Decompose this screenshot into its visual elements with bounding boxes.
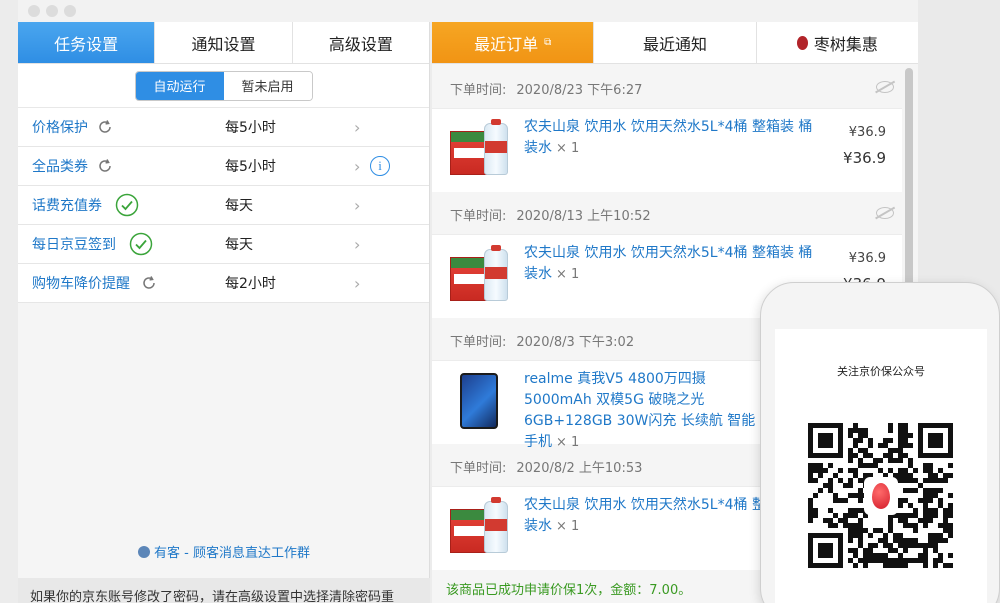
tab-task-settings[interactable]: 任务设置 xyxy=(18,22,156,63)
task-row-all-category-coupon[interactable]: 全品类券 每5小时 › i xyxy=(18,147,429,186)
task-frequency: 每2小时 xyxy=(225,276,276,292)
chevron-right-icon: › xyxy=(354,234,361,254)
order-time-label: 下单时间: xyxy=(450,334,507,350)
minimize-window-button[interactable] xyxy=(46,5,58,17)
order-item[interactable]: 农夫山泉 饮用水 饮用天然水5L*4桶 整箱装 桶装水× 1 ¥36.9 ¥36… xyxy=(432,108,902,192)
paused-button[interactable]: 暂未启用 xyxy=(223,71,312,100)
product-title[interactable]: realme 真我V5 4800万四摄 5000mAh 双模5G 破晓之光 6G… xyxy=(524,369,764,453)
task-name: 全品类券 xyxy=(32,159,88,175)
order-time-label: 下单时间: xyxy=(450,460,507,476)
settings-pane: 任务设置 通知设置 高级设置 自动运行 暂未启用 价格保护 每5小时 › 全品类… xyxy=(18,22,430,603)
water-product-image xyxy=(450,119,510,179)
jujube-icon xyxy=(796,35,808,50)
chevron-right-icon: › xyxy=(354,117,361,137)
order-time-row: 下单时间: 2020/8/13 上午10:52 xyxy=(432,194,902,234)
tab-jujube-deals[interactable]: 枣树集惠 xyxy=(757,22,918,63)
order-time-row: 下单时间: 2020/8/23 下午6:27 xyxy=(432,68,902,108)
task-frequency: 每5小时 xyxy=(225,120,276,136)
tab-recent-orders[interactable]: 最近订单 ⧉ xyxy=(432,22,595,63)
tab-recent-orders-label: 最近订单 xyxy=(474,34,539,54)
drop-logo-icon xyxy=(872,483,890,509)
settings-tabs: 任务设置 通知设置 高级设置 xyxy=(18,22,429,64)
customer-group-link[interactable]: 有客 - 顾客消息直达工作群 xyxy=(18,542,430,561)
product-quantity: × 1 xyxy=(556,141,580,156)
phone-screen: 关注京价保公众号 xyxy=(775,329,987,603)
order-time-value: 2020/8/23 下午6:27 xyxy=(516,82,643,98)
hide-eye-icon[interactable] xyxy=(876,81,894,93)
mode-segmented-control: 自动运行 暂未启用 xyxy=(134,70,313,101)
chevron-right-icon: › xyxy=(354,156,361,176)
task-name: 每日京豆签到 xyxy=(32,237,116,253)
chat-icon xyxy=(138,546,151,558)
task-list: 价格保护 每5小时 › 全品类券 每5小时 › i 话费充值券 每天 › 每日京… xyxy=(18,108,429,303)
task-row-price-protect[interactable]: 价格保护 每5小时 › xyxy=(18,108,429,147)
order-price: ¥36.9 xyxy=(848,125,886,140)
order-time-label: 下单时间: xyxy=(450,208,507,224)
order-price: ¥36.9 xyxy=(848,251,886,266)
tab-jujube-label: 枣树集惠 xyxy=(813,34,878,54)
product-title[interactable]: 农夫山泉 饮用水 饮用天然水5L*4桶 整箱装 桶装水 × 1 xyxy=(524,117,824,159)
check-circle-icon xyxy=(115,193,139,217)
chevron-right-icon: › xyxy=(354,195,361,215)
customer-group-link-label: 有客 - 顾客消息直达工作群 xyxy=(154,546,310,561)
check-circle-icon xyxy=(129,232,153,256)
task-frequency: 每5小时 xyxy=(225,159,276,175)
chevron-right-icon: › xyxy=(354,273,361,293)
tab-recent-notices[interactable]: 最近通知 xyxy=(594,22,757,63)
task-name: 话费充值券 xyxy=(32,198,102,214)
product-quantity: × 1 xyxy=(556,267,580,282)
price-protect-success-message: 该商品已成功申请价保1次，金额：7.00。 xyxy=(446,583,692,598)
mode-switch-bar: 自动运行 暂未启用 xyxy=(18,64,429,108)
refresh-icon xyxy=(143,276,155,289)
task-frequency: 每天 xyxy=(225,237,253,253)
task-frequency: 每天 xyxy=(225,198,253,214)
hide-eye-icon[interactable] xyxy=(876,207,894,219)
external-link-icon: ⧉ xyxy=(544,37,552,48)
current-price: ¥36.9 xyxy=(843,149,886,167)
product-quantity: × 1 xyxy=(556,519,580,534)
tab-advanced-settings[interactable]: 高级设置 xyxy=(293,22,429,63)
phone-mockup: 关注京价保公众号 xyxy=(760,282,1000,603)
order-time-label: 下单时间: xyxy=(450,82,507,98)
close-window-button[interactable] xyxy=(28,5,40,17)
order-time-value: 2020/8/2 上午10:53 xyxy=(516,460,643,476)
task-row-cart-price-drop[interactable]: 购物车降价提醒 每2小时 › xyxy=(18,264,429,303)
task-row-phone-recharge-coupon[interactable]: 话费充值券 每天 › xyxy=(18,186,429,225)
water-product-image xyxy=(450,497,510,557)
task-name: 购物车降价提醒 xyxy=(32,276,130,292)
refresh-icon xyxy=(99,159,111,172)
orders-tabs: 最近订单 ⧉ 最近通知 枣树集惠 xyxy=(432,22,918,64)
smartphone-product-image xyxy=(450,371,510,431)
password-note: 如果你的京东账号修改了密码，请在高级设置中选择清除密码重 xyxy=(18,578,430,603)
info-icon[interactable]: i xyxy=(370,156,390,176)
order-time-value: 2020/8/3 下午3:02 xyxy=(516,334,635,350)
task-row-daily-bean-signin[interactable]: 每日京豆签到 每天 › xyxy=(18,225,429,264)
zoom-window-button[interactable] xyxy=(64,5,76,17)
order-card: 下单时间: 2020/8/23 下午6:27 农夫山泉 饮用水 饮用天然水5L*… xyxy=(432,68,902,192)
refresh-icon xyxy=(99,120,111,133)
follow-account-caption: 关注京价保公众号 xyxy=(837,365,925,378)
tab-notify-settings[interactable]: 通知设置 xyxy=(155,22,293,63)
product-title[interactable]: 农夫山泉 饮用水 饮用天然水5L*4桶 整箱装 桶装水 × 1 xyxy=(524,243,824,285)
window-titlebar xyxy=(18,0,918,22)
auto-run-button[interactable]: 自动运行 xyxy=(135,71,224,100)
water-product-image xyxy=(450,245,510,305)
task-name: 价格保护 xyxy=(32,120,88,136)
order-time-value: 2020/8/13 上午10:52 xyxy=(516,208,651,224)
